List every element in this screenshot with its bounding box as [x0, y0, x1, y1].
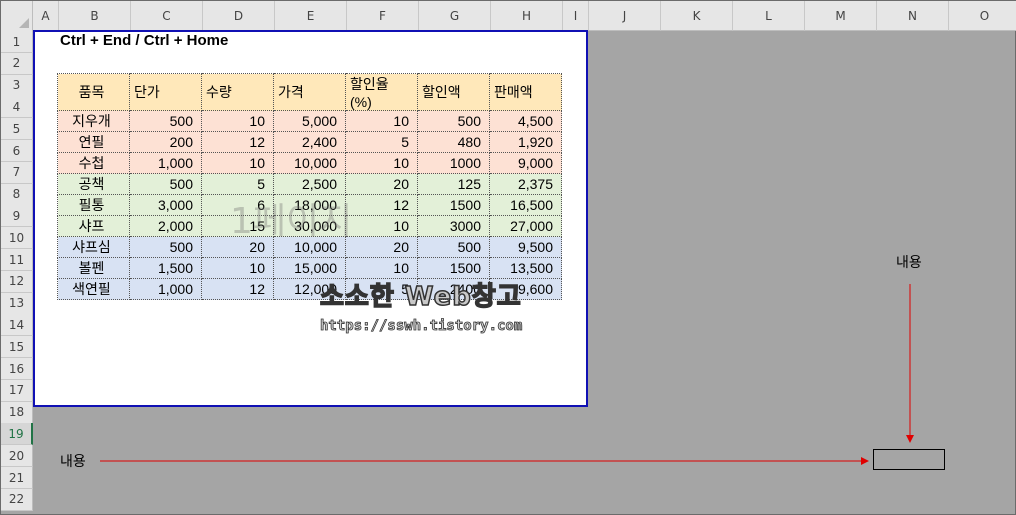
arrows-overlay — [100, 284, 914, 465]
target-cell-box[interactable] — [873, 449, 945, 470]
